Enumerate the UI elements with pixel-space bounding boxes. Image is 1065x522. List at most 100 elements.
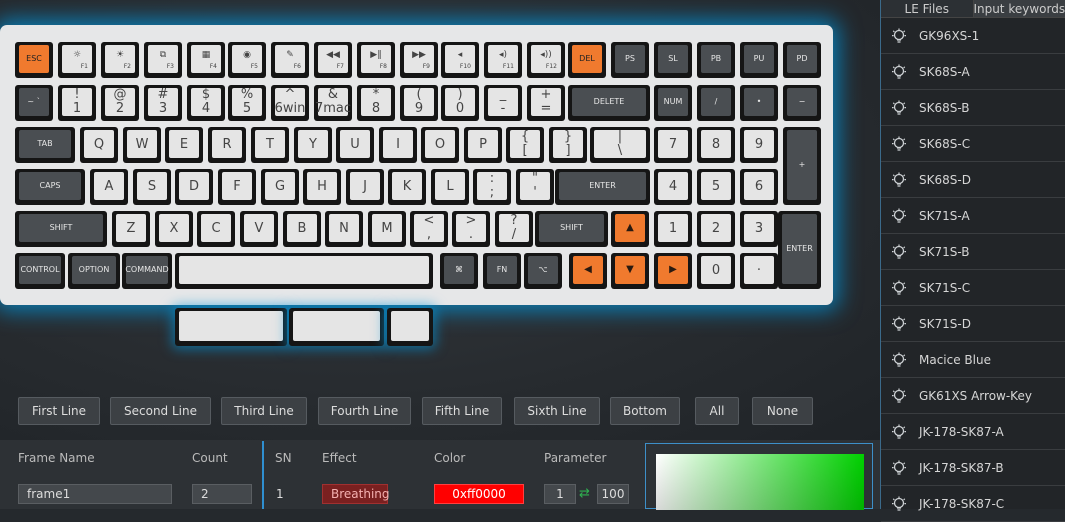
count-field[interactable]: 2 [192, 484, 252, 504]
key-row3-15[interactable]: 8 [697, 127, 735, 163]
key-row1-15[interactable]: SL [654, 42, 692, 78]
key-row2-0[interactable]: ~ ` [15, 85, 53, 121]
key-row2-16[interactable]: • [740, 85, 778, 121]
key-row4-3[interactable]: D [175, 169, 213, 205]
key-row3-11[interactable]: {[ [506, 127, 544, 163]
key-row5-10[interactable]: ?/ [495, 211, 533, 247]
sidebar-item[interactable]: SK68S-B [881, 90, 1065, 126]
key-row5-12[interactable]: ▲ [611, 211, 649, 247]
tab-le-files[interactable]: LE Files [881, 0, 974, 17]
key-row5-7[interactable]: M [368, 211, 406, 247]
key-row5-14[interactable]: 2 [697, 211, 735, 247]
sidebar-item[interactable]: GK96XS-1 [881, 18, 1065, 54]
key-row6-10[interactable]: 0 [697, 253, 735, 289]
key-extra-0[interactable] [175, 308, 287, 346]
key-row2-10[interactable]: )0 [441, 85, 479, 121]
color-value[interactable]: 0xff0000 [434, 484, 524, 504]
sidebar-item[interactable]: Macice Blue [881, 342, 1065, 378]
key-row1-3[interactable]: ⧉F3 [144, 42, 182, 78]
key-row2-8[interactable]: *8 [357, 85, 395, 121]
key-row1-10[interactable]: ◂F10 [441, 42, 479, 78]
color-gradient[interactable] [656, 454, 864, 510]
key-row1-1[interactable]: ☼F1 [58, 42, 96, 78]
line-button-bottom[interactable]: Bottom [610, 397, 680, 425]
sidebar-item[interactable]: JK-178-SK87-A [881, 414, 1065, 450]
key-row3-10[interactable]: P [464, 127, 502, 163]
line-button-none[interactable]: None [752, 397, 813, 425]
key-row4-6[interactable]: H [303, 169, 341, 205]
key-row5-3[interactable]: C [197, 211, 235, 247]
sidebar-item[interactable]: SK68S-C [881, 126, 1065, 162]
key-row2-11[interactable]: _- [484, 85, 522, 121]
key-row1-18[interactable]: PD [783, 42, 821, 78]
key-row3-5[interactable]: T [251, 127, 289, 163]
key-row1-16[interactable]: PB [697, 42, 735, 78]
key-row5-15[interactable]: 3 [740, 211, 778, 247]
key-row6-5[interactable]: FN [483, 253, 521, 289]
key-row3-4[interactable]: R [208, 127, 246, 163]
line-button-fifth-line[interactable]: Fifth Line [422, 397, 502, 425]
line-button-second-line[interactable]: Second Line [110, 397, 211, 425]
sidebar-item[interactable]: SK68S-D [881, 162, 1065, 198]
frame-name-field[interactable]: frame1 [18, 484, 172, 504]
key-row6-0[interactable]: CONTROL [15, 253, 65, 289]
sidebar-item[interactable]: SK68S-A [881, 54, 1065, 90]
key-row4-9[interactable]: L [431, 169, 469, 205]
key-row2-6[interactable]: ^6win [271, 85, 309, 121]
param-b-field[interactable]: 100 [597, 484, 629, 504]
key-row1-7[interactable]: ◀◀F7 [314, 42, 352, 78]
key-row2-9[interactable]: (9 [400, 85, 438, 121]
key-row3-14[interactable]: 7 [654, 127, 692, 163]
key-numpad-enter[interactable]: ENTER [778, 211, 821, 289]
sidebar-item[interactable]: SK71S-A [881, 198, 1065, 234]
key-row3-6[interactable]: Y [294, 127, 332, 163]
param-a-field[interactable]: 1 [544, 484, 576, 504]
key-row6-8[interactable]: ▼ [611, 253, 649, 289]
line-button-sixth-line[interactable]: Sixth Line [514, 397, 600, 425]
key-row2-15[interactable]: / [697, 85, 735, 121]
sidebar-item[interactable]: JK-178-SK87-C [881, 486, 1065, 522]
key-row6-2[interactable]: COMMAND [122, 253, 172, 289]
key-row5-8[interactable]: <, [410, 211, 448, 247]
key-row1-11[interactable]: ◂)F11 [484, 42, 522, 78]
key-row1-12[interactable]: ◂))F12 [527, 42, 565, 78]
key-row3-13[interactable]: |\ [590, 127, 650, 163]
sidebar-item[interactable]: GK61XS Arrow-Key [881, 378, 1065, 414]
key-row2-12[interactable]: += [527, 85, 565, 121]
key-row1-14[interactable]: PS [611, 42, 649, 78]
key-row1-2[interactable]: ☀F2 [101, 42, 139, 78]
key-row2-4[interactable]: $4 [187, 85, 225, 121]
key-numpad-plus[interactable]: + [783, 127, 821, 205]
key-row6-3[interactable] [175, 253, 433, 289]
key-row2-7[interactable]: &7mac [314, 85, 352, 121]
line-button-fourth-line[interactable]: Fourth Line [318, 397, 411, 425]
key-row1-6[interactable]: ✎F6 [271, 42, 309, 78]
key-row5-4[interactable]: V [240, 211, 278, 247]
key-row6-1[interactable]: OPTION [68, 253, 120, 289]
key-row2-13[interactable]: DELETE [568, 85, 650, 121]
key-row4-11[interactable]: "' [516, 169, 554, 205]
key-row4-2[interactable]: S [133, 169, 171, 205]
key-row4-4[interactable]: F [218, 169, 256, 205]
key-row5-11[interactable]: SHIFT [535, 211, 608, 247]
key-row1-0[interactable]: ESC [15, 42, 53, 78]
key-row5-2[interactable]: X [155, 211, 193, 247]
key-row3-1[interactable]: Q [80, 127, 118, 163]
key-row1-5[interactable]: ◉F5 [228, 42, 266, 78]
key-row4-12[interactable]: ENTER [555, 169, 650, 205]
effect-selector[interactable]: Breathing [322, 484, 388, 504]
key-row5-6[interactable]: N [325, 211, 363, 247]
key-row4-8[interactable]: K [388, 169, 426, 205]
sidebar-item[interactable]: SK71S-B [881, 234, 1065, 270]
key-row2-3[interactable]: #3 [144, 85, 182, 121]
key-row4-7[interactable]: J [346, 169, 384, 205]
swap-icon[interactable]: ⇄ [579, 486, 590, 501]
key-row3-12[interactable]: }] [549, 127, 587, 163]
key-extra-2[interactable] [387, 308, 433, 346]
key-row4-14[interactable]: 5 [697, 169, 735, 205]
key-row5-1[interactable]: Z [112, 211, 150, 247]
key-row3-2[interactable]: W [123, 127, 161, 163]
key-row5-13[interactable]: 1 [654, 211, 692, 247]
key-row3-9[interactable]: O [421, 127, 459, 163]
key-row6-4[interactable]: ⌘ [440, 253, 478, 289]
